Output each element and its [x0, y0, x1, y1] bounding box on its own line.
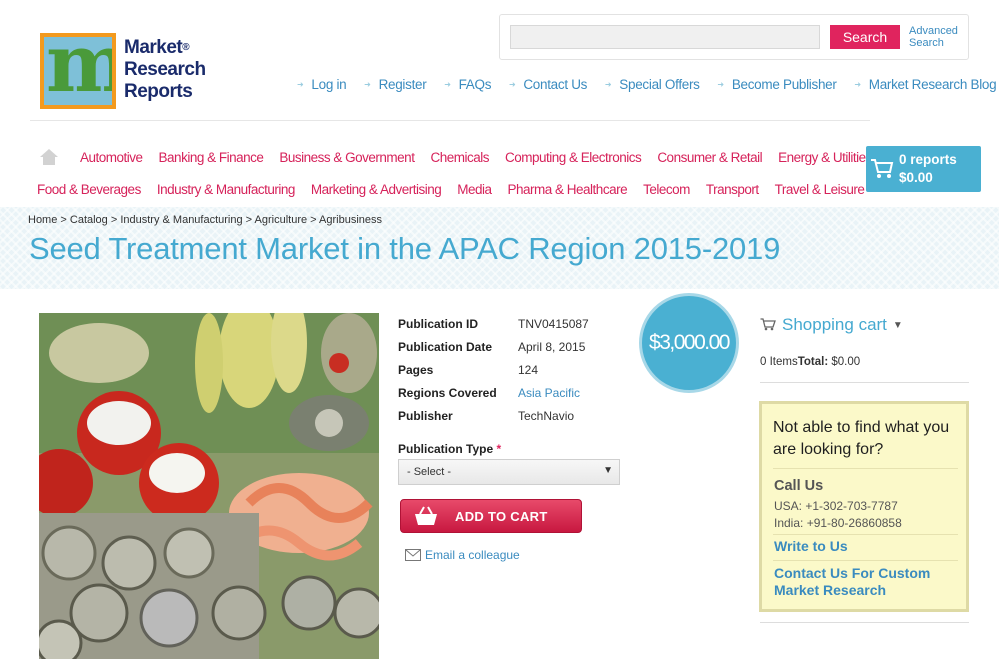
category-food-beverages[interactable]: Food & Beverages [37, 182, 141, 197]
login-link[interactable]: Log in [297, 77, 347, 92]
home-icon[interactable] [38, 147, 60, 167]
detail-row-id: Publication ID TNV0415087 [398, 316, 589, 331]
category-pharma-healthcare[interactable]: Pharma & Healthcare [508, 182, 628, 197]
phone-india: India: +91-80-26860858 [774, 516, 902, 530]
logo-mark-icon: m [40, 33, 116, 109]
caret-down-icon: ▼ [892, 320, 903, 331]
cart-icon [760, 316, 776, 336]
detail-row-publisher: Publisher TechNavio [398, 408, 575, 423]
site-header: m Market® Research Reports Search Advanc… [0, 0, 999, 121]
cart-totals: 0 ItemsTotal: $0.00 [760, 356, 861, 368]
publication-details: Publication ID TNV0415087 Publication Dat… [398, 312, 589, 427]
category-banking-finance[interactable]: Banking & Finance [159, 150, 264, 165]
phone-usa: USA: +1-302-703-7787 [774, 499, 898, 513]
write-to-us-link[interactable]: Write to Us [774, 538, 848, 555]
site-logo[interactable]: m Market® Research Reports [40, 33, 215, 111]
category-nav: Automotive Banking & Finance Business & … [30, 141, 872, 205]
dropdown-arrow-icon: ▼ [603, 465, 613, 476]
add-to-cart-button[interactable]: ADD TO CART [400, 499, 582, 533]
category-transport[interactable]: Transport [706, 182, 759, 197]
category-business-government[interactable]: Business & Government [279, 150, 415, 165]
category-industry-manufacturing[interactable]: Industry & Manufacturing [157, 182, 296, 197]
detail-row-date: Publication Date April 8, 2015 [398, 339, 586, 354]
publication-type-label: Publication Type * [398, 442, 502, 456]
title-band: Home > Catalog > Industry & Manufacturin… [0, 207, 999, 289]
contact-us-link[interactable]: Contact Us [509, 77, 587, 92]
header-cart-count: 0 reports [899, 152, 957, 167]
region-link[interactable]: Asia Pacific [518, 386, 580, 400]
envelope-icon [405, 549, 421, 564]
category-marketing-advertising[interactable]: Marketing & Advertising [311, 182, 442, 197]
top-nav: Log in Register FAQs Contact Us Special … [297, 77, 999, 92]
advanced-search-link[interactable]: Advanced Search [909, 25, 969, 49]
detail-row-regions: Regions Covered Asia Pacific [398, 385, 581, 400]
header-divider [30, 120, 870, 121]
category-media[interactable]: Media [457, 182, 492, 197]
faqs-link[interactable]: FAQs [444, 77, 491, 92]
logo-text: Market® Research Reports [124, 37, 206, 102]
product-image [39, 313, 379, 659]
custom-research-link[interactable]: Contact Us For Custom Market Research [774, 565, 959, 599]
price-badge: $3,000.00 [639, 293, 739, 393]
sidebar-divider-bottom [760, 622, 969, 623]
special-offers-link[interactable]: Special Offers [605, 77, 700, 92]
shopping-cart-heading[interactable]: Shopping cart ▼ [760, 315, 903, 336]
search-input[interactable] [510, 25, 820, 49]
search-box: Search Advanced Search [499, 14, 969, 60]
detail-row-pages: Pages 124 [398, 362, 539, 377]
basket-icon [413, 505, 439, 530]
page-title: Seed Treatment Market in the APAC Region… [29, 231, 781, 266]
register-link[interactable]: Register [364, 77, 427, 92]
cart-icon [870, 158, 894, 185]
category-travel-leisure[interactable]: Travel & Leisure [775, 182, 865, 197]
help-question: Not able to find what you are looking fo… [773, 419, 950, 458]
breadcrumb[interactable]: Home > Catalog > Industry & Manufacturin… [28, 214, 382, 226]
help-box: Not able to find what you are looking fo… [759, 401, 969, 612]
category-consumer-retail[interactable]: Consumer & Retail [657, 150, 762, 165]
category-chemicals[interactable]: Chemicals [430, 150, 489, 165]
call-us-heading: Call Us [774, 478, 824, 494]
blog-link[interactable]: Market Research Blog [854, 77, 996, 92]
publication-type-select[interactable]: - Select - ▼ [398, 459, 620, 485]
header-cart-amount: $0.00 [899, 170, 933, 185]
email-colleague-link[interactable]: Email a colleague [405, 548, 520, 564]
sidebar-divider [760, 382, 969, 383]
become-publisher-link[interactable]: Become Publisher [717, 77, 836, 92]
search-button[interactable]: Search [830, 25, 900, 49]
header-cart[interactable]: 0 reports $0.00 [866, 146, 981, 192]
category-telecom[interactable]: Telecom [643, 182, 690, 197]
category-computing-electronics[interactable]: Computing & Electronics [505, 150, 642, 165]
category-automotive[interactable]: Automotive [80, 150, 143, 165]
category-energy-utilities[interactable]: Energy & Utilities [778, 150, 872, 165]
